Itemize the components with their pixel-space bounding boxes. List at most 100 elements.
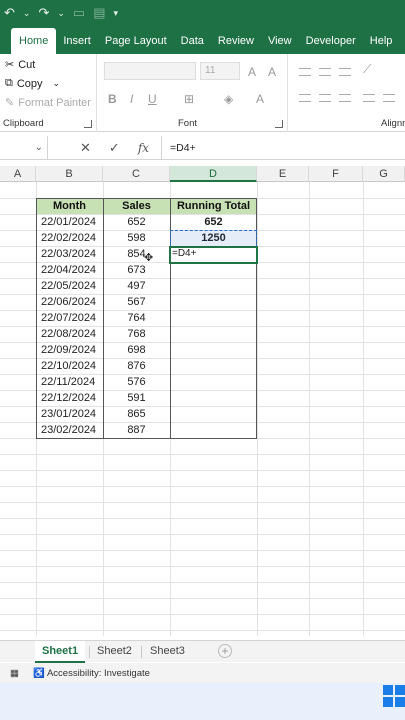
name-box[interactable]: ⌄ (0, 135, 48, 160)
format-painter-button[interactable]: ✎ Format Painter (5, 96, 91, 110)
sales-cell[interactable]: 764 (103, 310, 170, 326)
copy-button[interactable]: ⧉ Copy ⌄ (5, 77, 60, 90)
increase-font-icon[interactable]: A (248, 65, 256, 79)
tab-developer[interactable]: Developer (299, 28, 363, 54)
cut-button[interactable]: ✂ Cut (5, 58, 35, 72)
running-total-cell[interactable] (170, 358, 257, 374)
column-header-b[interactable]: B (36, 166, 103, 182)
running-total-cell[interactable] (170, 406, 257, 422)
font-color-icon[interactable]: A (256, 92, 264, 106)
month-cell[interactable]: 22/01/2024 (36, 214, 103, 230)
running-total-cell[interactable] (170, 278, 257, 294)
font-size-dropdown[interactable]: 11 (200, 62, 240, 80)
column-header-c[interactable]: C (103, 166, 170, 182)
sales-cell[interactable]: 673 (103, 262, 170, 278)
running-total-cell[interactable] (170, 342, 257, 358)
header-sales[interactable]: Sales (103, 198, 170, 214)
align-top-icon[interactable] (299, 68, 311, 76)
sheet-tab-sheet1[interactable]: Sheet1 (35, 641, 86, 663)
sales-cell[interactable]: 768 (103, 326, 170, 342)
running-total-cell[interactable] (170, 262, 257, 278)
cell-mode-icon[interactable]: ▦ (10, 668, 19, 679)
month-cell[interactable]: 22/07/2024 (36, 310, 103, 326)
sales-cell[interactable]: 698 (103, 342, 170, 358)
month-cell[interactable]: 22/11/2024 (36, 374, 103, 390)
month-cell[interactable]: 22/02/2024 (36, 230, 103, 246)
undo-icon[interactable]: ↶ (4, 5, 15, 21)
month-cell[interactable]: 22/06/2024 (36, 294, 103, 310)
tab-help[interactable]: Help (363, 28, 400, 54)
sales-cell[interactable]: 876 (103, 358, 170, 374)
orientation-icon[interactable]: ⟋ (363, 62, 371, 77)
align-bottom-icon[interactable] (339, 68, 351, 76)
tab-page-layout[interactable]: Page Layout (98, 28, 174, 54)
sales-cell[interactable]: 887 (103, 422, 170, 438)
column-header-d[interactable]: D (170, 166, 257, 182)
month-cell[interactable]: 23/02/2024 (36, 422, 103, 438)
running-total-cell[interactable] (170, 310, 257, 326)
bold-button[interactable]: B (108, 92, 117, 106)
print-preview-icon[interactable]: ▭ (73, 5, 85, 21)
running-total-cell[interactable] (170, 326, 257, 342)
sales-cell[interactable]: 652 (103, 214, 170, 230)
increase-indent-icon[interactable] (383, 94, 395, 102)
insert-function-icon[interactable]: fx (138, 141, 149, 155)
column-header-e[interactable]: E (257, 166, 309, 182)
redo-icon[interactable]: ↷ (38, 5, 49, 21)
borders-icon[interactable]: ⊞ (184, 92, 194, 106)
clipboard-launcher-icon[interactable] (84, 120, 92, 128)
align-left-icon[interactable] (299, 94, 311, 102)
tab-home[interactable]: Home (11, 28, 57, 54)
tab-view[interactable]: View (261, 28, 299, 54)
italic-button[interactable]: I (130, 92, 133, 106)
month-cell[interactable]: 22/12/2024 (36, 390, 103, 406)
print-icon[interactable]: ▤ (93, 5, 105, 21)
running-total-cell[interactable] (170, 374, 257, 390)
enter-check-icon[interactable]: ✓ (109, 140, 120, 156)
active-cell[interactable] (169, 246, 258, 264)
font-launcher-icon[interactable] (275, 120, 283, 128)
header-running-total[interactable]: Running Total (170, 198, 257, 214)
spreadsheet-grid[interactable]: A B C D E F G Month Sales Running Total … (0, 166, 405, 636)
accessibility-status[interactable]: ♿ Accessibility: Investigate (33, 668, 150, 679)
windows-logo-icon[interactable] (383, 685, 405, 707)
month-cell[interactable]: 23/01/2024 (36, 406, 103, 422)
sheet-tab-sheet3[interactable]: Sheet3 (143, 641, 192, 663)
align-middle-icon[interactable] (319, 68, 331, 76)
add-sheet-icon[interactable]: + (218, 644, 232, 658)
align-right-icon[interactable] (339, 94, 351, 102)
sales-cell[interactable]: 854 (103, 246, 170, 262)
sales-cell[interactable]: 576 (103, 374, 170, 390)
header-month[interactable]: Month (36, 198, 103, 214)
fill-color-icon[interactable]: ◈ (224, 92, 233, 106)
column-header-f[interactable]: F (309, 166, 363, 182)
tab-data[interactable]: Data (174, 28, 211, 54)
undo-dropdown-icon[interactable]: ⌄ (23, 8, 31, 19)
tab-insert[interactable]: Insert (56, 28, 98, 54)
month-cell[interactable]: 22/08/2024 (36, 326, 103, 342)
month-cell[interactable]: 22/03/2024 (36, 246, 103, 262)
sales-cell[interactable]: 497 (103, 278, 170, 294)
running-total-cell[interactable] (170, 422, 257, 438)
sales-cell[interactable]: 591 (103, 390, 170, 406)
month-cell[interactable]: 22/10/2024 (36, 358, 103, 374)
sheet-tab-sheet2[interactable]: Sheet2 (90, 641, 139, 663)
column-header-g[interactable]: G (363, 166, 405, 182)
sales-cell[interactable]: 567 (103, 294, 170, 310)
underline-button[interactable]: U (148, 92, 157, 106)
month-cell[interactable]: 22/09/2024 (36, 342, 103, 358)
month-cell[interactable]: 22/04/2024 (36, 262, 103, 278)
formula-input[interactable]: =D4+ (162, 142, 196, 154)
sales-cell[interactable]: 598 (103, 230, 170, 246)
decrease-indent-icon[interactable] (363, 94, 375, 102)
running-total-cell[interactable] (170, 294, 257, 310)
cancel-icon[interactable]: ✕ (80, 140, 91, 156)
redo-dropdown-icon[interactable]: ⌄ (57, 8, 65, 19)
customize-toolbar-icon[interactable]: ▾ (114, 8, 119, 19)
tab-review[interactable]: Review (211, 28, 261, 54)
running-total-cell[interactable] (170, 390, 257, 406)
month-cell[interactable]: 22/05/2024 (36, 278, 103, 294)
running-total-cell[interactable]: 652 (170, 214, 257, 230)
font-name-dropdown[interactable] (104, 62, 196, 80)
column-header-a[interactable]: A (0, 166, 36, 182)
